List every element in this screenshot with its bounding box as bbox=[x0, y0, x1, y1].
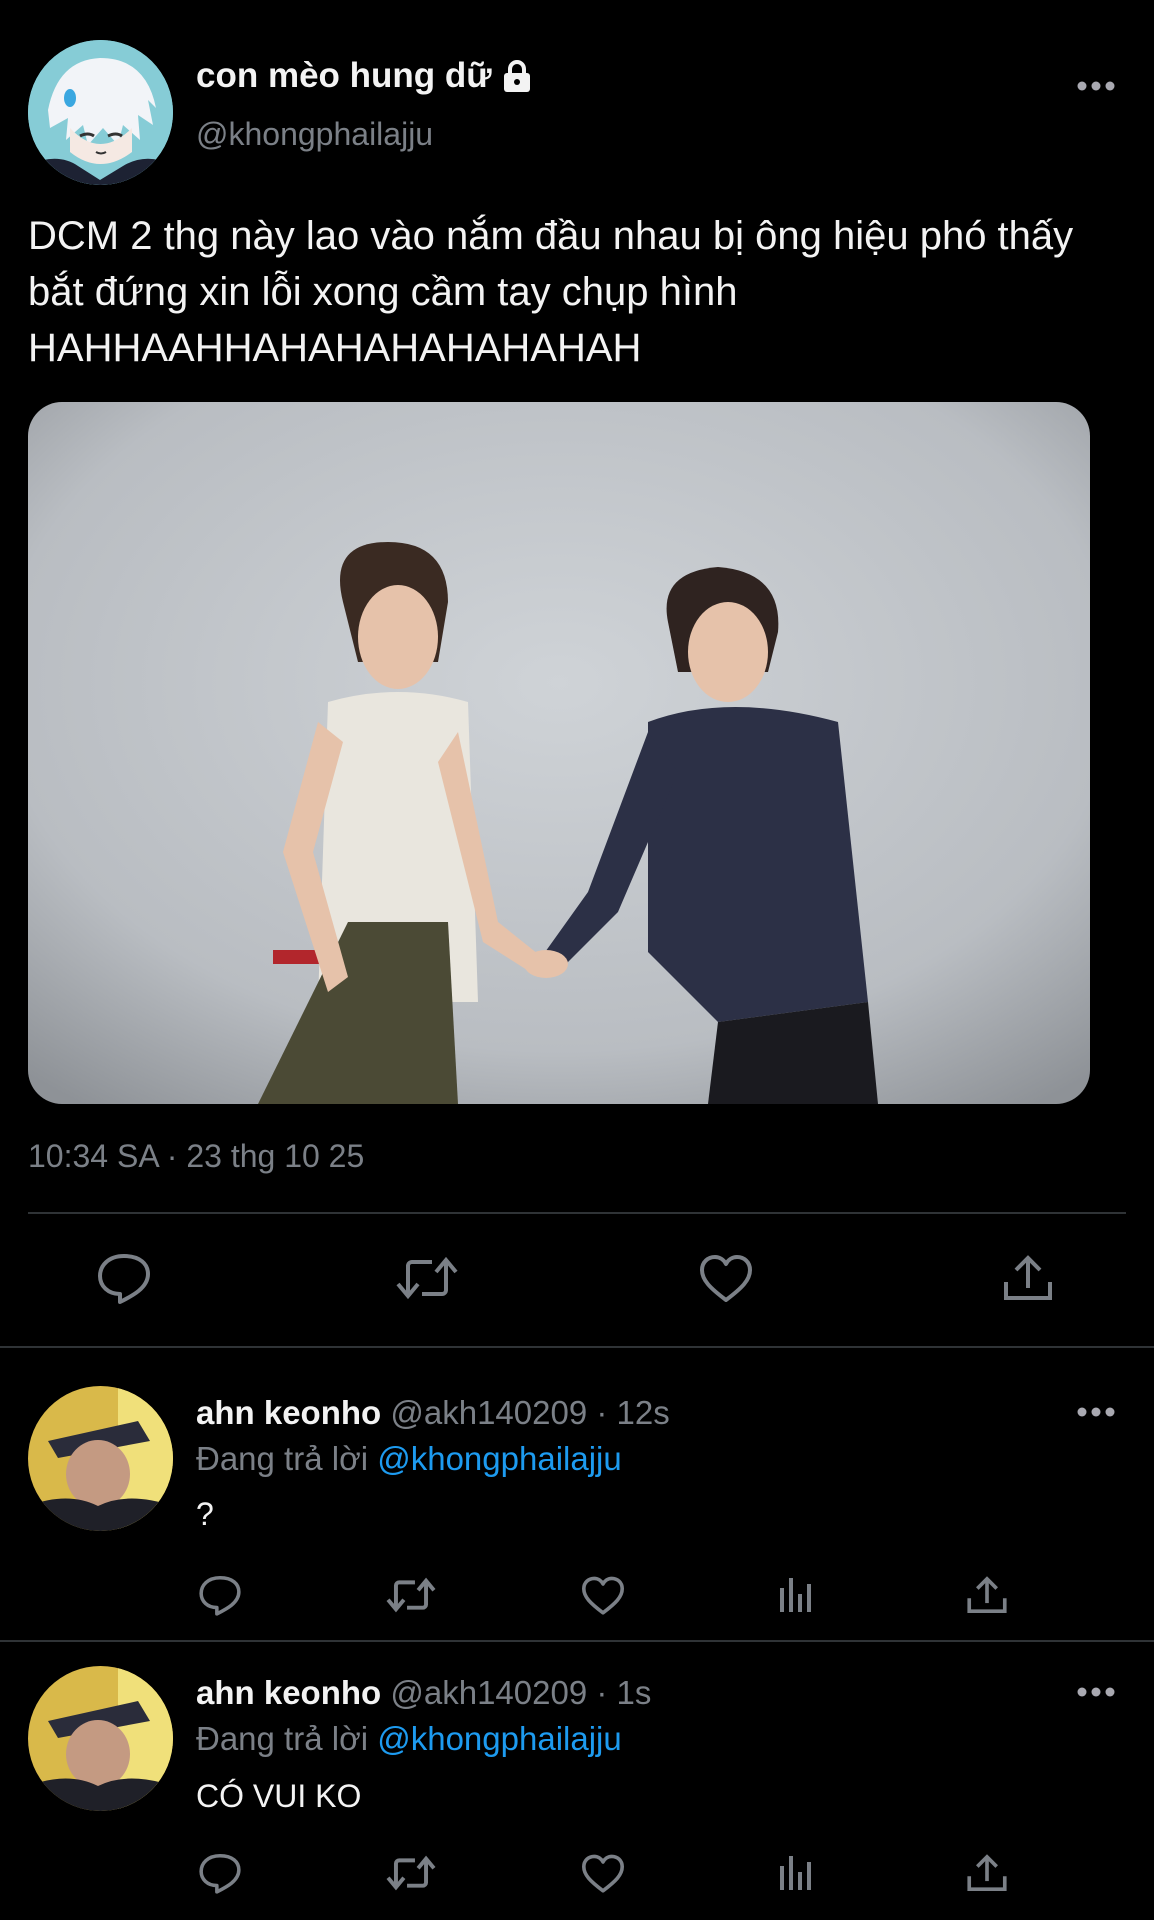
reply-text: ? bbox=[196, 1496, 214, 1532]
reply-meta[interactable]: @akh140209 · 12s bbox=[390, 1394, 669, 1431]
author-display-name[interactable]: con mèo hung dữ bbox=[196, 56, 532, 96]
reply-header: ahn keonho @akh140209 · 12s bbox=[196, 1394, 670, 1432]
retweet-icon[interactable] bbox=[386, 1854, 436, 1892]
tweet-photo[interactable] bbox=[28, 402, 1090, 1104]
reply-text: CÓ VUI KO bbox=[196, 1778, 362, 1814]
author-name-text: con mèo hung dữ bbox=[196, 56, 492, 95]
retweet-icon[interactable] bbox=[386, 1576, 436, 1614]
analytics-icon[interactable] bbox=[778, 1574, 812, 1614]
reply-display-name[interactable]: ahn keonho bbox=[196, 1674, 381, 1711]
retweet-icon[interactable] bbox=[396, 1254, 458, 1302]
author-avatar[interactable] bbox=[28, 40, 173, 185]
reply-icon[interactable] bbox=[96, 1252, 152, 1304]
divider bbox=[0, 1346, 1154, 1348]
share-icon[interactable] bbox=[966, 1852, 1008, 1894]
replying-prefix: Đang trả lời bbox=[196, 1440, 378, 1477]
more-icon[interactable] bbox=[1076, 1686, 1116, 1698]
like-icon[interactable] bbox=[580, 1854, 626, 1894]
reply-icon[interactable] bbox=[198, 1852, 242, 1894]
more-icon[interactable] bbox=[1076, 80, 1116, 92]
reply-avatar[interactable] bbox=[28, 1386, 173, 1531]
reply-header: ahn keonho @akh140209 · 1s bbox=[196, 1674, 651, 1712]
replying-to: Đang trả lời @khongphailajju bbox=[196, 1440, 622, 1478]
replying-handle-link[interactable]: @khongphailajju bbox=[377, 1720, 622, 1757]
reply-meta[interactable]: @akh140209 · 1s bbox=[390, 1674, 651, 1711]
divider bbox=[0, 1640, 1154, 1642]
like-icon[interactable] bbox=[580, 1576, 626, 1616]
tweet-text: DCM 2 thg này lao vào nắm đầu nhau bị ôn… bbox=[28, 214, 1074, 370]
replying-to: Đang trả lời @khongphailajju bbox=[196, 1720, 622, 1758]
replying-prefix: Đang trả lời bbox=[196, 1720, 378, 1757]
more-icon[interactable] bbox=[1076, 1406, 1116, 1418]
like-icon[interactable] bbox=[698, 1254, 754, 1304]
tweet-timestamp[interactable]: 10:34 SA · 23 thg 10 25 bbox=[28, 1138, 364, 1175]
reply-avatar[interactable] bbox=[28, 1666, 173, 1811]
reply-icon[interactable] bbox=[198, 1574, 242, 1616]
analytics-icon[interactable] bbox=[778, 1852, 812, 1892]
reply-display-name[interactable]: ahn keonho bbox=[196, 1394, 381, 1431]
divider bbox=[28, 1212, 1126, 1214]
share-icon[interactable] bbox=[1002, 1252, 1054, 1304]
lock-icon bbox=[502, 59, 532, 93]
share-icon[interactable] bbox=[966, 1574, 1008, 1616]
replying-handle-link[interactable]: @khongphailajju bbox=[377, 1440, 622, 1477]
author-handle[interactable]: @khongphailajju bbox=[196, 116, 433, 153]
